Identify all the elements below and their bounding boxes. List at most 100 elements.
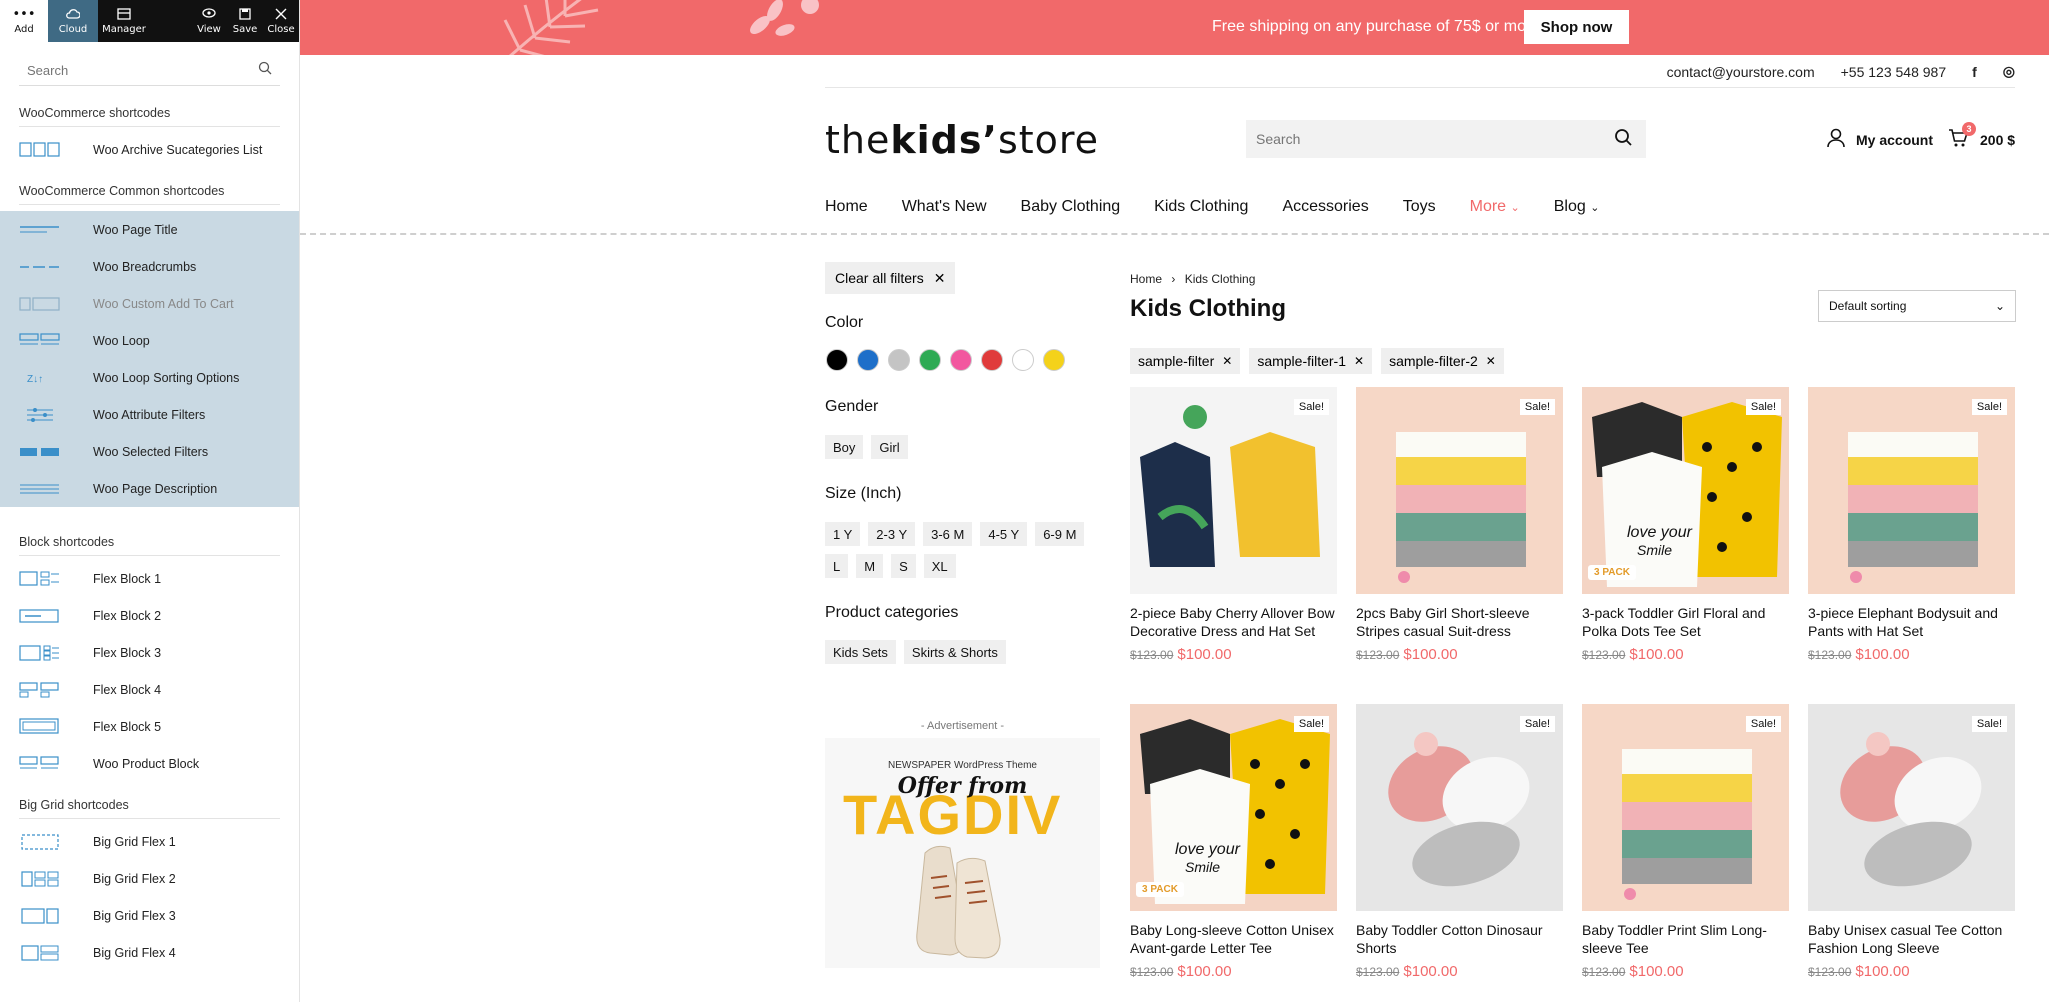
product-name[interactable]: 2pcs Baby Girl Short-sleeve Stripes casu… bbox=[1356, 604, 1563, 640]
store-logo[interactable]: thekids’store bbox=[825, 118, 1099, 162]
filter-chip[interactable]: M bbox=[856, 554, 884, 578]
product-card[interactable]: Sale! 2pcs Baby Girl Short-sleeve Stripe… bbox=[1356, 387, 1563, 704]
product-card[interactable]: love your Smile Sale! 3 PACK Baby Long-s… bbox=[1130, 704, 1337, 1002]
product-card[interactable]: love your Smile Sale! 3 PACK 3-pack Todd… bbox=[1582, 387, 1789, 704]
product-name[interactable]: 3-pack Toddler Girl Floral and Polka Dot… bbox=[1582, 604, 1789, 640]
my-account-link[interactable]: My account bbox=[1826, 128, 1933, 151]
filter-chip[interactable]: Kids Sets bbox=[825, 640, 896, 664]
shortcode-item[interactable]: Woo Custom Add To Cart bbox=[0, 285, 299, 322]
nav-whats-new[interactable]: What's New bbox=[902, 198, 987, 216]
shortcode-item[interactable]: Woo Attribute Filters bbox=[0, 396, 299, 433]
product-card[interactable]: Sale! 3-piece Elephant Bodysuit and Pant… bbox=[1808, 387, 2015, 704]
nav-accessories[interactable]: Accessories bbox=[1282, 198, 1368, 216]
color-swatch-yellow[interactable] bbox=[1043, 349, 1065, 371]
builder-search-input[interactable] bbox=[27, 63, 227, 78]
filter-chip[interactable]: L bbox=[825, 554, 849, 578]
sorting-select[interactable]: Default sorting ⌄ bbox=[1818, 290, 2016, 322]
active-filter-chip[interactable]: sample-filter-2 ✕ bbox=[1381, 348, 1504, 374]
product-photo: love your Smile bbox=[1592, 402, 1782, 587]
shortcode-item[interactable]: Woo Loop bbox=[0, 322, 299, 359]
product-image[interactable]: Sale! bbox=[1808, 387, 2015, 594]
filter-chip[interactable]: Girl bbox=[871, 435, 908, 459]
shortcode-item[interactable]: Z↓↑ Woo Loop Sorting Options bbox=[0, 359, 299, 396]
shortcode-item[interactable]: Big Grid Flex 2 bbox=[0, 860, 299, 897]
close-button[interactable]: Close bbox=[263, 0, 299, 42]
filter-chip[interactable]: Boy bbox=[825, 435, 864, 459]
filter-chip[interactable]: 6-9 M bbox=[1035, 522, 1085, 546]
contact-email[interactable]: contact@yourstore.com bbox=[1667, 64, 1815, 80]
filter-chip[interactable]: 1 Y bbox=[825, 522, 861, 546]
advertisement-banner[interactable]: NEWSPAPER WordPress Theme TAGDIV Offer f… bbox=[825, 738, 1100, 968]
shortcode-item[interactable]: Woo Page Title bbox=[0, 211, 299, 248]
product-name[interactable]: 3-piece Elephant Bodysuit and Pants with… bbox=[1808, 604, 2015, 640]
color-swatch-gray[interactable] bbox=[888, 349, 910, 371]
filter-chip[interactable]: XL bbox=[923, 554, 956, 578]
clear-all-filters-button[interactable]: Clear all filters ✕ bbox=[825, 262, 956, 294]
product-image[interactable]: Sale! bbox=[1356, 387, 1563, 594]
product-card[interactable]: Sale! Baby Toddler Print Slim Long-sleev… bbox=[1582, 704, 1789, 1002]
nav-blog[interactable]: Blog ⌄ bbox=[1554, 198, 1600, 216]
color-swatch-pink[interactable] bbox=[950, 349, 972, 371]
filter-chip[interactable]: 2-3 Y bbox=[868, 522, 916, 546]
product-card[interactable]: Sale! Baby Toddler Cotton Dinosaur Short… bbox=[1356, 704, 1563, 1002]
shortcode-item[interactable]: Woo Page Description bbox=[0, 470, 299, 507]
shortcode-item[interactable]: Woo Product Block bbox=[0, 745, 299, 782]
shortcode-item[interactable]: Woo Archive Sucategories List bbox=[0, 131, 299, 168]
product-image[interactable]: love your Smile Sale! 3 PACK bbox=[1582, 387, 1789, 594]
color-swatch-blue[interactable] bbox=[857, 349, 879, 371]
shop-now-button[interactable]: Shop now bbox=[1524, 10, 1629, 44]
breadcrumb-home[interactable]: Home bbox=[1130, 272, 1162, 286]
nav-baby-clothing[interactable]: Baby Clothing bbox=[1021, 198, 1121, 216]
view-button[interactable]: View bbox=[191, 0, 227, 42]
product-card[interactable]: Sale! 2-piece Baby Cherry Allover Bow De… bbox=[1130, 387, 1337, 704]
product-image[interactable]: love your Smile Sale! 3 PACK bbox=[1130, 704, 1337, 911]
nav-toys[interactable]: Toys bbox=[1403, 198, 1436, 216]
header-search-input[interactable] bbox=[1256, 131, 1576, 147]
active-filter-chip[interactable]: sample-filter ✕ bbox=[1130, 348, 1241, 374]
shortcode-item[interactable]: Flex Block 2 bbox=[0, 597, 299, 634]
search-icon[interactable] bbox=[1614, 128, 1632, 151]
shortcode-item[interactable]: Flex Block 4 bbox=[0, 671, 299, 708]
product-image[interactable]: Sale! bbox=[1356, 704, 1563, 911]
shortcode-item[interactable]: Flex Block 5 bbox=[0, 708, 299, 745]
product-card[interactable]: Sale! Baby Unisex casual Tee Cotton Fash… bbox=[1808, 704, 2015, 1002]
save-button[interactable]: Save bbox=[227, 0, 263, 42]
product-name[interactable]: Baby Unisex casual Tee Cotton Fashion Lo… bbox=[1808, 921, 2015, 957]
manager-button[interactable]: Manager bbox=[98, 0, 150, 42]
cloud-button[interactable]: Cloud bbox=[48, 0, 98, 42]
shortcode-item[interactable]: Big Grid Flex 1 bbox=[0, 823, 299, 860]
filter-chip[interactable]: 3-6 M bbox=[923, 522, 973, 546]
nav-kids-clothing[interactable]: Kids Clothing bbox=[1154, 198, 1248, 216]
product-image[interactable]: Sale! bbox=[1808, 704, 2015, 911]
product-name[interactable]: Baby Long-sleeve Cotton Unisex Avant-gar… bbox=[1130, 921, 1337, 957]
shortcode-item[interactable]: Flex Block 1 bbox=[0, 560, 299, 597]
instagram-icon[interactable]: ◎ bbox=[2003, 63, 2015, 80]
nav-more[interactable]: More ⌄ bbox=[1470, 198, 1520, 216]
product-image[interactable]: Sale! bbox=[1582, 704, 1789, 911]
add-button[interactable]: ••• Add bbox=[0, 0, 48, 42]
color-swatch-green[interactable] bbox=[919, 349, 941, 371]
shortcode-item[interactable]: Big Grid Flex 3 bbox=[0, 897, 299, 934]
filter-chip[interactable]: Skirts & Shorts bbox=[903, 640, 1006, 664]
product-name[interactable]: Baby Toddler Print Slim Long-sleeve Tee bbox=[1582, 921, 1789, 957]
shortcode-item[interactable]: Woo Selected Filters bbox=[0, 433, 299, 470]
color-swatch-black[interactable] bbox=[826, 349, 848, 371]
facebook-icon[interactable]: f bbox=[1972, 64, 1977, 80]
product-image[interactable]: Sale! bbox=[1130, 387, 1337, 594]
contact-phone[interactable]: +55 123 548 987 bbox=[1841, 64, 1947, 80]
shortcode-item[interactable]: Woo Breadcrumbs bbox=[0, 248, 299, 285]
filter-chip[interactable]: S bbox=[891, 554, 916, 578]
filter-chip[interactable]: 4-5 Y bbox=[980, 522, 1028, 546]
shortcode-item[interactable]: Flex Block 3 bbox=[0, 634, 299, 671]
color-swatch-red[interactable] bbox=[981, 349, 1003, 371]
product-name[interactable]: Baby Toddler Cotton Dinosaur Shorts bbox=[1356, 921, 1563, 957]
cart-link[interactable]: 3 200 $ bbox=[1948, 122, 2015, 151]
shortcode-label: Woo Breadcrumbs bbox=[93, 259, 197, 274]
active-filter-chip[interactable]: sample-filter-1 ✕ bbox=[1249, 348, 1373, 374]
color-swatch-white[interactable] bbox=[1012, 349, 1034, 371]
nav-home[interactable]: Home bbox=[825, 198, 868, 216]
product-name[interactable]: 2-piece Baby Cherry Allover Bow Decorati… bbox=[1130, 604, 1337, 640]
shortcode-item[interactable]: Big Grid Flex 4 bbox=[0, 934, 299, 971]
more-dots-icon: ••• bbox=[12, 6, 36, 22]
search-icon[interactable] bbox=[258, 61, 272, 80]
